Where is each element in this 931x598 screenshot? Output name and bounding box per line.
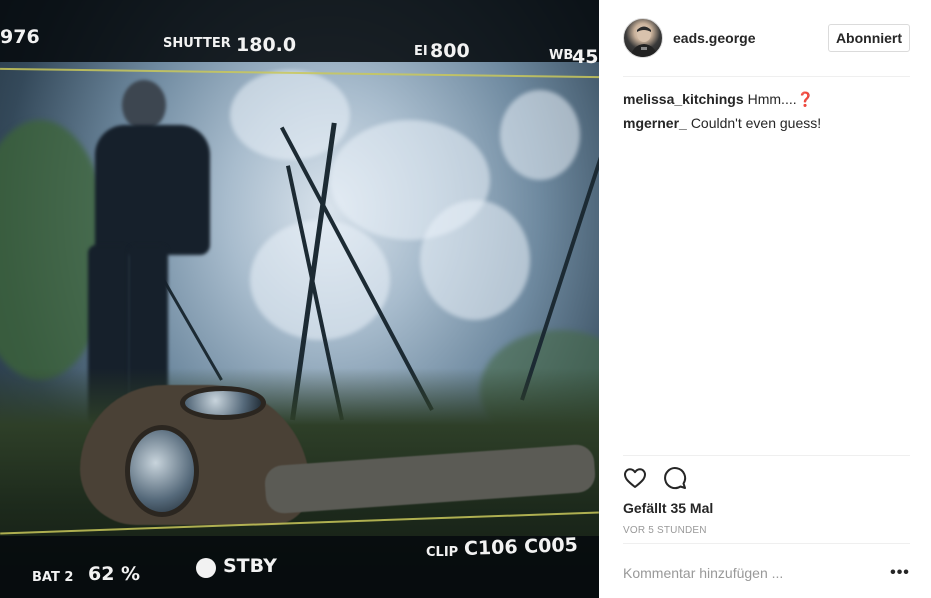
hud-clip-value: C106 C005 — [463, 534, 579, 560]
more-options-button[interactable]: ••• — [890, 563, 910, 583]
header-divider — [623, 76, 910, 77]
figure-head — [122, 80, 166, 130]
hud-battery-label: BAT 2 — [32, 570, 74, 585]
avatar[interactable] — [623, 18, 663, 58]
hud-top-bar — [0, 0, 599, 62]
comment-item: mgerner_ Couldn't even guess! — [623, 114, 910, 132]
hud-battery-value: 62 % — [88, 563, 141, 585]
comment-form: ••• — [623, 560, 910, 586]
bokeh-light — [500, 90, 580, 180]
post-header: eads.george Abonniert — [599, 0, 931, 77]
more-icon: ••• — [890, 564, 910, 581]
post-actions — [623, 466, 687, 492]
avatar-portrait-icon — [630, 26, 658, 57]
comment-username[interactable]: melissa_kitchings — [623, 91, 744, 107]
post-timestamp[interactable]: VOR 5 STUNDEN — [623, 525, 707, 536]
mask-lens — [125, 425, 199, 517]
hud-clip-label: CLIP — [426, 545, 459, 560]
hud-ei-value: 800 — [430, 40, 470, 62]
comment-button[interactable] — [663, 466, 687, 490]
comment-text: Couldn't even guess! — [690, 115, 822, 131]
comment-item: melissa_kitchings Hmm....❓ — [623, 90, 910, 108]
comment-username[interactable]: mgerner_ — [623, 115, 687, 131]
like-button[interactable] — [623, 466, 647, 490]
comment-box-divider — [623, 543, 910, 544]
actions-divider — [623, 455, 910, 456]
bokeh-light — [420, 200, 530, 320]
hud-wb-label: WB — [549, 48, 574, 63]
follow-button[interactable]: Abonniert — [828, 24, 910, 52]
hud-standby: STBY — [223, 555, 277, 577]
post-side-panel: eads.george Abonniert melissa_kitchings H… — [599, 0, 931, 598]
hud-ei-label: EI — [414, 44, 428, 59]
post-username[interactable]: eads.george — [673, 30, 755, 46]
comment-text: Hmm....❓ — [747, 91, 815, 107]
post-photo[interactable]: 976 SHUTTER 180.0 EI 800 WB 450 BAT 2 62… — [0, 0, 599, 598]
hud-frame-count: 976 — [0, 26, 40, 48]
comment-list: melissa_kitchings Hmm....❓ mgerner_ Couldn… — [623, 90, 910, 138]
comment-icon — [664, 467, 687, 490]
hud-wb-value: 450 — [572, 46, 599, 68]
hud-shutter-label: SHUTTER — [163, 36, 231, 51]
mask-lens — [180, 386, 266, 420]
comment-input[interactable] — [623, 565, 890, 581]
figure-torso — [95, 125, 210, 255]
hud-shutter-value: 180.0 — [236, 34, 297, 56]
hud-standby-icon — [196, 558, 216, 578]
like-count[interactable]: Gefällt 35 Mal — [623, 500, 713, 516]
heart-icon — [624, 468, 646, 488]
